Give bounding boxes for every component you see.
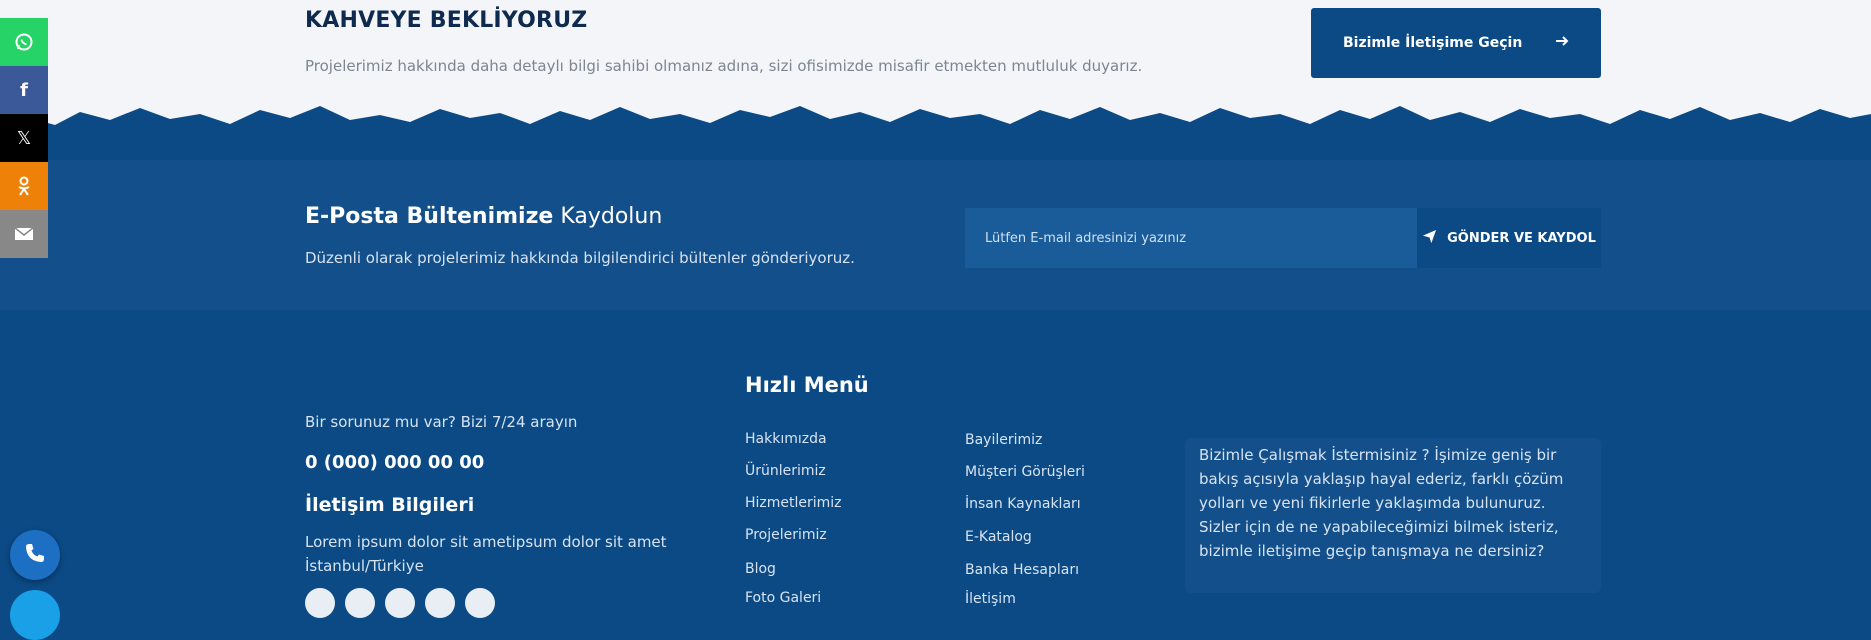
phone-icon — [23, 541, 47, 569]
social-icon-2[interactable] — [345, 588, 375, 618]
menu-link-ecatalog[interactable]: E-Katalog — [965, 529, 1032, 545]
social-icon-4[interactable] — [425, 588, 455, 618]
newsletter-email-input[interactable]: Lütfen E-mail adresinizi yazınız — [965, 208, 1417, 268]
call-button[interactable] — [10, 530, 60, 580]
menu-link-contact[interactable]: İletişim — [965, 591, 1016, 607]
newsletter-submit-button[interactable]: GÖNDER VE KAYDOL — [1417, 208, 1601, 268]
newsletter-description: Düzenli olarak projelerimiz hakkında bil… — [305, 249, 855, 267]
facebook-icon[interactable]: f — [0, 66, 48, 114]
newsletter-title: E-Posta Bültenimize Kaydolun — [305, 204, 662, 229]
newsletter-title-bold: E-Posta Bültenimize — [305, 204, 554, 229]
menu-link-blog[interactable]: Blog — [745, 561, 776, 577]
odnoklassniki-icon[interactable] — [0, 162, 48, 210]
menu-link-services[interactable]: Hizmetlerimiz — [745, 495, 842, 511]
torn-edge-divider — [0, 106, 1871, 162]
menu-link-testimonials[interactable]: Müşteri Görüşleri — [965, 464, 1085, 480]
address-line-1: Lorem ipsum dolor sit ametipsum dolor si… — [305, 533, 667, 551]
whatsapp-icon[interactable] — [0, 18, 48, 66]
x-icon[interactable]: 𝕏 — [0, 114, 48, 162]
social-icon-1[interactable] — [305, 588, 335, 618]
menu-link-bank-accounts[interactable]: Banka Hesapları — [965, 562, 1079, 578]
menu-link-projects[interactable]: Projelerimiz — [745, 527, 827, 543]
menu-link-photo-gallery[interactable]: Foto Galeri — [745, 590, 821, 606]
cta-title: KAHVEYE BEKLİYORUZ — [305, 8, 588, 33]
contact-us-button-label: Bizimle İletişime Geçin — [1343, 35, 1523, 51]
address-line-2: İstanbul/Türkiye — [305, 557, 424, 575]
phone-number[interactable]: 0 (000) 000 00 00 — [305, 452, 484, 473]
footer-social-icons — [305, 588, 495, 618]
secondary-float-button[interactable] — [10, 590, 60, 640]
newsletter-submit-label: GÖNDER VE KAYDOL — [1447, 230, 1596, 246]
email-icon[interactable] — [0, 210, 48, 258]
work-with-us-box: Bizimle Çalışmak İstermisiniz ? İşimize … — [1185, 438, 1601, 593]
social-icon-3[interactable] — [385, 588, 415, 618]
newsletter-title-regular: Kaydolun — [560, 204, 663, 229]
help-text: Bir sorunuz mu var? Bizi 7/24 arayın — [305, 413, 578, 431]
contact-info-title: İletişim Bilgileri — [305, 494, 475, 516]
menu-link-about[interactable]: Hakkımızda — [745, 431, 827, 447]
menu-link-products[interactable]: Ürünlerimiz — [745, 463, 826, 479]
work-with-us-text: Bizimle Çalışmak İstermisiniz ? İşimize … — [1199, 446, 1564, 560]
arrow-right-icon — [1555, 34, 1569, 52]
menu-link-hr[interactable]: İnsan Kaynakları — [965, 496, 1081, 512]
address: Lorem ipsum dolor sit ametipsum dolor si… — [305, 530, 667, 578]
send-icon — [1422, 229, 1437, 248]
share-sidebar: f 𝕏 — [0, 18, 48, 258]
cta-description: Projelerimiz hakkında daha detaylı bilgi… — [305, 57, 1143, 75]
menu-link-dealers[interactable]: Bayilerimiz — [965, 432, 1042, 448]
contact-us-button[interactable]: Bizimle İletişime Geçin — [1311, 8, 1601, 78]
quick-menu-title: Hızlı Menü — [745, 373, 869, 397]
social-icon-5[interactable] — [465, 588, 495, 618]
